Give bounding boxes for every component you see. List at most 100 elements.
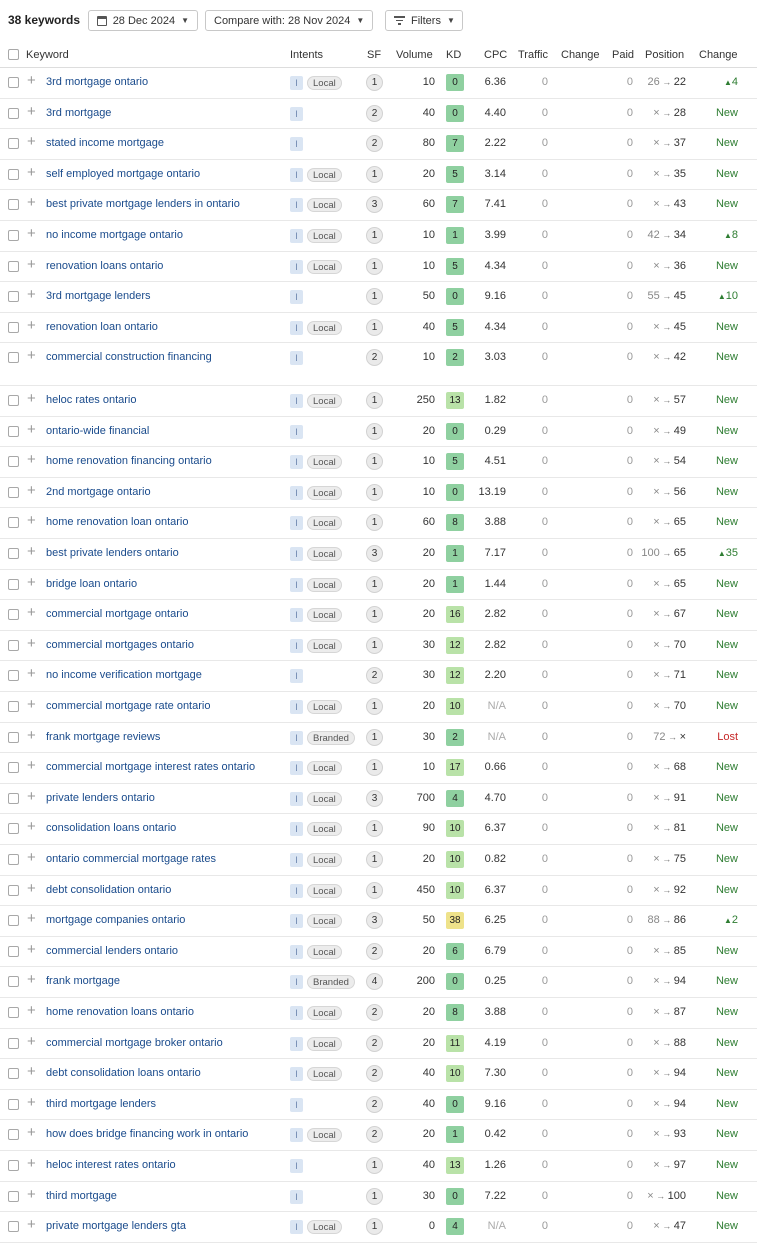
keyword-link[interactable]: commercial mortgage broker ontario xyxy=(46,1037,223,1049)
row-checkbox[interactable] xyxy=(8,230,19,241)
add-keyword-icon[interactable]: + xyxy=(27,574,36,591)
add-keyword-icon[interactable]: + xyxy=(27,819,36,835)
row-checkbox[interactable] xyxy=(8,291,19,303)
add-keyword-icon[interactable]: + xyxy=(27,1064,36,1080)
add-keyword-icon[interactable]: + xyxy=(27,605,36,621)
col-kd[interactable]: KD xyxy=(446,49,461,61)
add-keyword-icon[interactable]: + xyxy=(27,1094,36,1111)
keyword-link[interactable]: frank mortgage reviews xyxy=(46,731,160,743)
keyword-link[interactable]: stated income mortgage xyxy=(46,137,164,149)
add-keyword-icon[interactable]: + xyxy=(27,226,36,242)
col-paid[interactable]: Paid xyxy=(612,49,634,61)
keyword-link[interactable]: 3rd mortgage xyxy=(46,107,111,119)
serp-features-badge[interactable]: 2 xyxy=(366,135,383,153)
serp-features-badge[interactable]: 1 xyxy=(366,1218,383,1236)
serp-features-badge[interactable]: 1 xyxy=(366,483,383,501)
serp-features-badge[interactable]: 2 xyxy=(366,349,383,367)
add-keyword-icon[interactable]: + xyxy=(27,348,36,364)
row-checkbox[interactable] xyxy=(8,1068,19,1080)
keyword-link[interactable]: ontario commercial mortgage rates xyxy=(46,853,216,865)
row-checkbox[interactable] xyxy=(8,701,19,712)
add-keyword-icon[interactable]: + xyxy=(27,1217,36,1233)
row-checkbox[interactable] xyxy=(8,1098,19,1110)
add-keyword-icon[interactable]: + xyxy=(27,73,36,89)
serp-features-badge[interactable]: 2 xyxy=(366,1034,383,1052)
keyword-link[interactable]: 3rd mortgage ontario xyxy=(46,76,148,88)
serp-features-badge[interactable]: 1 xyxy=(366,165,383,183)
row-checkbox[interactable] xyxy=(8,548,19,559)
serp-features-badge[interactable]: 1 xyxy=(366,851,383,868)
keyword-link[interactable]: commercial mortgage interest rates ontar… xyxy=(46,761,255,773)
add-keyword-icon[interactable]: + xyxy=(27,911,36,927)
serp-features-badge[interactable]: 1 xyxy=(366,422,383,440)
add-keyword-icon[interactable]: + xyxy=(27,391,36,407)
keyword-link[interactable]: no income mortgage ontario xyxy=(46,229,183,241)
add-keyword-icon[interactable]: + xyxy=(27,103,36,120)
add-keyword-icon[interactable]: + xyxy=(27,850,36,866)
add-keyword-icon[interactable]: + xyxy=(27,972,36,988)
col-sf[interactable]: SF xyxy=(367,49,381,61)
row-checkbox[interactable] xyxy=(8,456,19,468)
row-checkbox[interactable] xyxy=(8,107,19,119)
add-keyword-icon[interactable]: + xyxy=(27,758,36,774)
keyword-link[interactable]: frank mortgage xyxy=(46,975,120,987)
keyword-link[interactable]: heloc interest rates ontario xyxy=(46,1159,176,1171)
date-picker-button[interactable]: 28 Dec 2024 ▼ xyxy=(88,10,198,31)
keyword-link[interactable]: no income verification mortgage xyxy=(46,669,202,681)
col-position-change[interactable]: Change xyxy=(699,49,738,61)
keyword-link[interactable]: commercial mortgage rate ontario xyxy=(46,700,210,712)
serp-features-badge[interactable]: 1 xyxy=(366,392,383,409)
row-checkbox[interactable] xyxy=(8,486,19,498)
serp-features-badge[interactable]: 1 xyxy=(366,636,383,654)
keyword-link[interactable]: debt consolidation ontario xyxy=(46,884,171,896)
keyword-link[interactable]: heloc rates ontario xyxy=(46,394,137,406)
keyword-link[interactable]: bridge loan ontario xyxy=(46,578,137,590)
keyword-link[interactable]: commercial mortgage ontario xyxy=(46,608,188,620)
serp-features-badge[interactable]: 1 xyxy=(366,1187,383,1205)
serp-features-badge[interactable]: 2 xyxy=(366,1126,383,1144)
col-position[interactable]: Position xyxy=(645,49,684,61)
serp-features-badge[interactable]: 1 xyxy=(366,453,383,471)
row-checkbox[interactable] xyxy=(8,395,19,406)
row-checkbox[interactable] xyxy=(8,823,19,835)
serp-features-badge[interactable]: 2 xyxy=(366,1004,383,1021)
serp-features-badge[interactable]: 1 xyxy=(366,759,383,777)
col-cpc[interactable]: CPC xyxy=(484,49,507,61)
add-keyword-icon[interactable]: + xyxy=(27,788,36,805)
keyword-link[interactable]: home renovation loans ontario xyxy=(46,1006,194,1018)
serp-features-badge[interactable]: 1 xyxy=(366,698,383,715)
serp-features-badge[interactable]: 3 xyxy=(366,789,383,807)
row-checkbox[interactable] xyxy=(8,578,19,590)
col-volume[interactable]: Volume xyxy=(396,49,433,61)
keyword-link[interactable]: renovation loans ontario xyxy=(46,260,163,272)
row-checkbox[interactable] xyxy=(8,168,19,180)
row-checkbox[interactable] xyxy=(8,77,19,88)
add-keyword-icon[interactable]: + xyxy=(27,941,36,958)
row-checkbox[interactable] xyxy=(8,762,19,774)
row-checkbox[interactable] xyxy=(8,1221,19,1233)
col-intents[interactable]: Intents xyxy=(290,49,323,61)
add-keyword-icon[interactable]: + xyxy=(27,880,36,897)
serp-features-badge[interactable]: 1 xyxy=(366,820,383,838)
keyword-link[interactable]: private lenders ontario xyxy=(46,792,155,804)
compare-dropdown-button[interactable]: Compare with: 28 Nov 2024 ▼ xyxy=(205,10,373,31)
serp-features-badge[interactable]: 1 xyxy=(366,728,383,746)
row-checkbox[interactable] xyxy=(8,915,19,927)
add-keyword-icon[interactable]: + xyxy=(27,544,36,560)
keyword-link[interactable]: private mortgage lenders gta xyxy=(46,1220,186,1232)
row-checkbox[interactable] xyxy=(8,1037,19,1049)
keyword-link[interactable]: home renovation loan ontario xyxy=(46,516,188,528)
row-checkbox[interactable] xyxy=(8,854,19,865)
keyword-link[interactable]: 2nd mortgage ontario xyxy=(46,486,151,498)
row-checkbox[interactable] xyxy=(8,321,19,333)
row-checkbox[interactable] xyxy=(8,425,19,437)
keyword-link[interactable]: mortgage companies ontario xyxy=(46,914,185,926)
add-keyword-icon[interactable]: + xyxy=(27,1186,36,1203)
serp-features-badge[interactable]: 2 xyxy=(366,942,383,960)
row-checkbox[interactable] xyxy=(8,639,19,651)
row-checkbox[interactable] xyxy=(8,945,19,957)
keyword-link[interactable]: commercial lenders ontario xyxy=(46,945,178,957)
select-all-checkbox[interactable] xyxy=(8,49,19,60)
serp-features-badge[interactable]: 1 xyxy=(366,318,383,336)
add-keyword-icon[interactable]: + xyxy=(27,1003,36,1019)
